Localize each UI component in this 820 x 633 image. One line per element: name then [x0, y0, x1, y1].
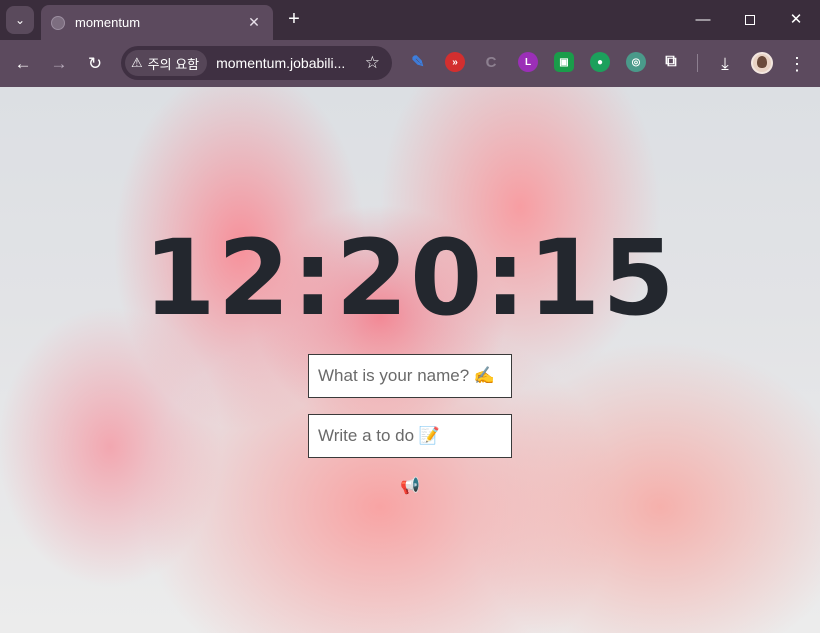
star-icon[interactable]: ☆ [365, 53, 380, 73]
extension-globe-icon[interactable]: ◎ [626, 52, 646, 72]
extension-c-icon[interactable]: C [481, 52, 501, 72]
maximize-button[interactable] [727, 6, 773, 34]
chevron-down-icon: ⌄ [14, 13, 26, 27]
arrow-left-icon: ← [14, 54, 32, 73]
download-icon[interactable]: ⤓ [714, 50, 736, 78]
forward-button[interactable]: → [45, 50, 73, 78]
extension-lr-icon[interactable]: L [518, 52, 538, 72]
extensions-puzzle-icon[interactable]: ⧉ [661, 52, 681, 72]
tab-search-button[interactable]: ⌄ [6, 6, 34, 34]
extension-forward-icon[interactable]: » [445, 52, 465, 72]
reload-button[interactable]: ↻ [81, 50, 109, 78]
close-tab-icon[interactable]: ✕ [245, 14, 263, 31]
site-security-chip[interactable]: ⚠ 주의 요함 [125, 50, 208, 76]
back-button[interactable]: ← [9, 50, 37, 78]
minimize-button[interactable]: — [680, 6, 726, 34]
momentum-page: 12:20:15 📢 [0, 87, 820, 633]
todo-form [308, 414, 512, 458]
arrow-right-icon: → [50, 54, 68, 73]
tab-title: momentum [75, 15, 141, 30]
tab-momentum[interactable]: momentum ✕ [41, 5, 273, 40]
toolbar-divider [697, 54, 698, 72]
extension-card-icon[interactable]: ▣ [554, 52, 574, 72]
globe-icon [51, 15, 65, 30]
close-window-button[interactable]: ✕ [773, 6, 819, 34]
name-form [308, 354, 512, 398]
todo-input[interactable] [318, 426, 511, 446]
extension-pen-icon[interactable]: ✎ [408, 52, 428, 72]
warning-icon: ⚠ [131, 55, 143, 70]
name-input[interactable] [318, 366, 511, 386]
profile-avatar[interactable] [751, 52, 773, 74]
extension-chat-icon[interactable]: ● [590, 52, 610, 72]
maximize-icon [745, 15, 755, 26]
url-text[interactable]: momentum.jobabili... [216, 55, 345, 71]
browser-titlebar: ⌄ momentum ✕ + — ✕ [0, 0, 820, 40]
new-tab-button[interactable]: + [282, 8, 306, 32]
clock: 12:20:15 [143, 217, 677, 339]
address-bar[interactable]: ⚠ 주의 요함 momentum.jobabili... ☆ [121, 46, 392, 80]
security-label: 주의 요함 [147, 56, 200, 72]
browser-toolbar: ← → ↻ ⚠ 주의 요함 momentum.jobabili... ☆ ✎ »… [0, 40, 820, 87]
reload-icon: ↻ [87, 54, 103, 73]
kebab-menu-icon[interactable]: ⋮ [787, 50, 807, 78]
megaphone-icon[interactable]: 📢 [399, 478, 421, 496]
